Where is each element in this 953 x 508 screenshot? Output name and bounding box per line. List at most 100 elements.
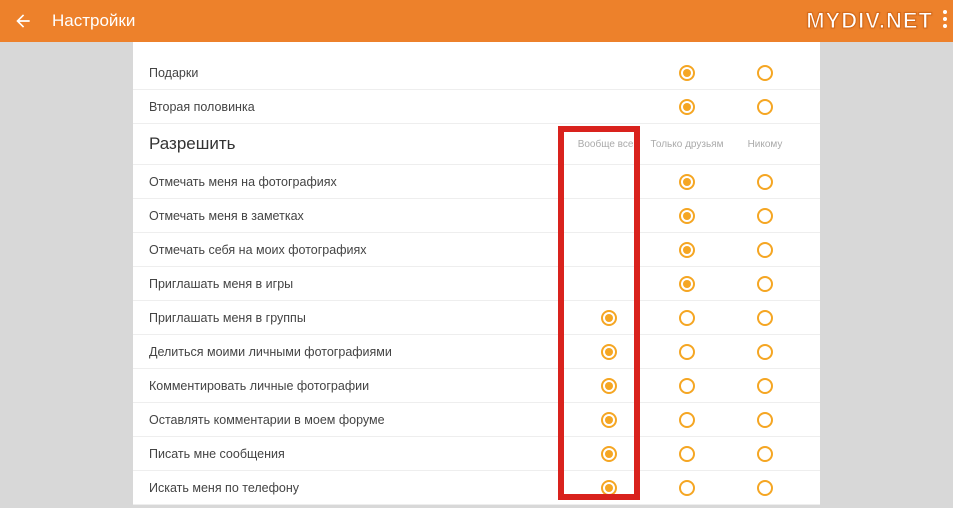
radio-cell	[648, 310, 726, 326]
radio-cell	[570, 412, 648, 428]
radio-cell	[570, 242, 648, 258]
back-button[interactable]	[12, 10, 34, 32]
radio-option[interactable]	[679, 344, 695, 360]
radio-cell	[726, 310, 804, 326]
brand-logo: MYDIV.NET	[806, 8, 933, 34]
settings-row: Отмечать меня в заметках	[133, 199, 820, 233]
settings-row: Подарки	[133, 56, 820, 90]
radio-option[interactable]	[679, 208, 695, 224]
radio-option[interactable]	[757, 480, 773, 496]
radio-option[interactable]	[757, 276, 773, 292]
radio-cell	[648, 344, 726, 360]
radio-option[interactable]	[601, 412, 617, 428]
radio-option[interactable]	[757, 65, 773, 81]
radio-cell	[570, 446, 648, 462]
radio-cell	[570, 174, 648, 190]
radio-cell	[726, 208, 804, 224]
radio-cell	[648, 174, 726, 190]
row-label: Вторая половинка	[149, 100, 648, 114]
row-label: Приглашать меня в группы	[149, 311, 570, 325]
radio-option[interactable]	[757, 242, 773, 258]
radio-option[interactable]	[601, 446, 617, 462]
radio-cell	[726, 276, 804, 292]
row-label: Подарки	[149, 66, 648, 80]
radio-cell	[726, 99, 804, 115]
radio-option[interactable]	[601, 344, 617, 360]
radio-option[interactable]	[679, 446, 695, 462]
radio-option[interactable]	[679, 378, 695, 394]
radio-option[interactable]	[601, 310, 617, 326]
row-label: Комментировать личные фотографии	[149, 379, 570, 393]
radio-cell	[726, 242, 804, 258]
radio-option[interactable]	[757, 446, 773, 462]
radio-option[interactable]	[601, 480, 617, 496]
radio-option[interactable]	[679, 412, 695, 428]
section-title: Разрешить	[149, 134, 570, 154]
row-label: Искать меня по телефону	[149, 481, 570, 495]
row-label: Приглашать меня в игры	[149, 277, 570, 291]
radio-option[interactable]	[679, 99, 695, 115]
radio-option[interactable]	[679, 480, 695, 496]
radio-cell	[726, 412, 804, 428]
settings-row: Комментировать личные фотографии	[133, 369, 820, 403]
app-header: Настройки MYDIV.NET	[0, 0, 953, 42]
radio-option[interactable]	[757, 412, 773, 428]
radio-cell	[648, 99, 726, 115]
section-allow-header: Разрешить Вообще всем Только друзьям Ник…	[133, 124, 820, 165]
row-label: Делиться моими личными фотографиями	[149, 345, 570, 359]
arrow-left-icon	[13, 11, 33, 31]
page-title: Настройки	[52, 11, 135, 31]
radio-option[interactable]	[601, 378, 617, 394]
radio-cell	[570, 378, 648, 394]
radio-option[interactable]	[679, 65, 695, 81]
settings-row: Отмечать меня на фотографиях	[133, 165, 820, 199]
radio-cell	[726, 446, 804, 462]
radio-option[interactable]	[757, 310, 773, 326]
radio-cell	[570, 276, 648, 292]
radio-option[interactable]	[757, 174, 773, 190]
settings-row: Отмечать себя на моих фотографиях	[133, 233, 820, 267]
radio-cell	[648, 480, 726, 496]
radio-option[interactable]	[679, 242, 695, 258]
row-label: Отмечать себя на моих фотографиях	[149, 243, 570, 257]
settings-row: Искать меня по телефону	[133, 471, 820, 505]
radio-cell	[648, 412, 726, 428]
radio-option[interactable]	[757, 208, 773, 224]
column-header-all: Вообще всем	[570, 139, 648, 150]
settings-row: Приглашать меня в группы	[133, 301, 820, 335]
radio-cell	[570, 208, 648, 224]
radio-cell	[726, 378, 804, 394]
settings-row: Вторая половинка	[133, 90, 820, 124]
radio-cell	[570, 480, 648, 496]
row-label: Отмечать меня в заметках	[149, 209, 570, 223]
overflow-menu-button[interactable]	[943, 10, 947, 28]
column-header-nobody: Никому	[726, 139, 804, 150]
radio-cell	[570, 310, 648, 326]
radio-cell	[648, 276, 726, 292]
radio-cell	[648, 378, 726, 394]
radio-option[interactable]	[757, 344, 773, 360]
radio-cell	[648, 65, 726, 81]
settings-row: Приглашать меня в игры	[133, 267, 820, 301]
row-label: Писать мне сообщения	[149, 447, 570, 461]
settings-row: Писать мне сообщения	[133, 437, 820, 471]
settings-row: Оставлять комментарии в моем форуме	[133, 403, 820, 437]
radio-cell	[726, 480, 804, 496]
column-header-friends: Только друзьям	[648, 139, 726, 150]
radio-cell	[726, 344, 804, 360]
radio-option[interactable]	[757, 99, 773, 115]
row-label: Отмечать меня на фотографиях	[149, 175, 570, 189]
radio-cell	[648, 446, 726, 462]
radio-option[interactable]	[679, 276, 695, 292]
radio-option[interactable]	[757, 378, 773, 394]
radio-cell	[570, 344, 648, 360]
radio-cell	[726, 65, 804, 81]
settings-row: Делиться моими личными фотографиями	[133, 335, 820, 369]
radio-cell	[726, 174, 804, 190]
radio-option[interactable]	[679, 310, 695, 326]
radio-cell	[648, 242, 726, 258]
settings-panel: Подарки Вторая половинка Разрешить Вообще…	[133, 42, 820, 505]
row-label: Оставлять комментарии в моем форуме	[149, 413, 570, 427]
radio-option[interactable]	[679, 174, 695, 190]
radio-cell	[648, 208, 726, 224]
